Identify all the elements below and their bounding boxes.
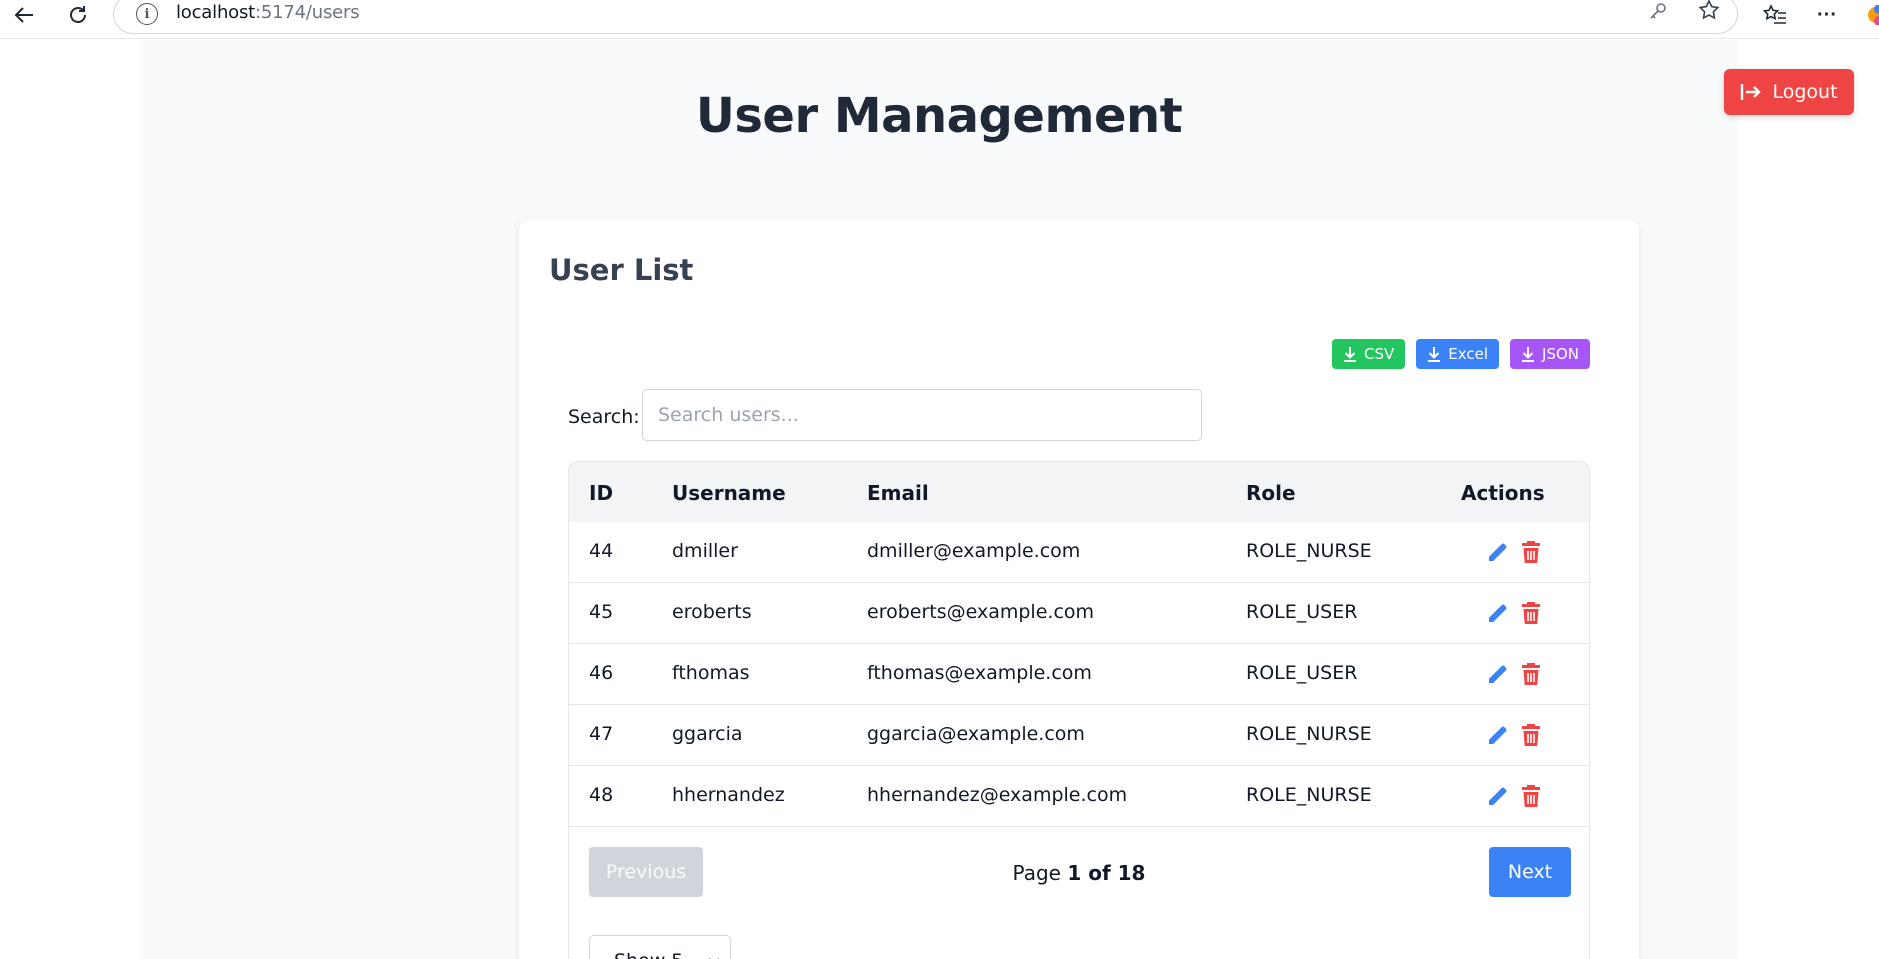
delete-button[interactable] (1521, 784, 1541, 813)
cell-username: hhernandez (672, 784, 785, 806)
next-button[interactable]: Next (1489, 847, 1571, 897)
trash-icon (1522, 785, 1540, 807)
column-header-id[interactable]: ID (589, 481, 613, 505)
favorites-icon (1762, 4, 1786, 24)
pencil-icon (1489, 787, 1507, 805)
url-host: localhost (176, 2, 255, 23)
edit-button[interactable] (1486, 662, 1510, 691)
trash-icon (1522, 602, 1540, 624)
address-bar[interactable]: i localhost:5174/users (113, 0, 1738, 34)
reload-button[interactable] (58, 0, 98, 30)
previous-button[interactable]: Previous (589, 847, 703, 897)
cell-role: ROLE_NURSE (1246, 540, 1372, 562)
cell-email: dmiller@example.com (867, 540, 1081, 562)
url-path: :5174/users (255, 2, 360, 23)
page-title: User Management (695, 88, 1183, 144)
info-icon[interactable]: i (136, 3, 158, 25)
cell-email: eroberts@example.com (867, 601, 1095, 623)
export-excel-button[interactable]: Excel (1416, 339, 1500, 369)
cell-username: eroberts (672, 601, 752, 623)
cell-id: 47 (589, 723, 614, 745)
download-icon (1428, 347, 1441, 362)
edit-button[interactable] (1486, 723, 1510, 752)
user-list-card: User List CSV Excel JSON Search: ID User… (519, 219, 1639, 959)
page-size-select[interactable]: Show 5 (589, 935, 731, 959)
cell-username: ggarcia (672, 723, 743, 745)
delete-button[interactable] (1521, 601, 1541, 630)
download-icon (1344, 347, 1357, 362)
cell-email: hhernandez@example.com (867, 784, 1128, 806)
search-label: Search: (568, 406, 640, 428)
column-header-actions: Actions (1461, 481, 1545, 505)
address-url[interactable]: localhost:5174/users (176, 2, 360, 23)
table-header: ID Username Email Role Actions (569, 462, 1589, 522)
table-row: 47 ggarcia ggarcia@example.com ROLE_NURS… (569, 705, 1589, 766)
cell-id: 48 (589, 784, 614, 806)
more-icon: ··· (1817, 3, 1837, 26)
pencil-icon (1489, 604, 1507, 622)
users-table: ID Username Email Role Actions 44 dmille… (568, 461, 1590, 959)
pencil-icon (1489, 665, 1507, 683)
cell-email: fthomas@example.com (867, 662, 1092, 684)
delete-button[interactable] (1521, 540, 1541, 569)
favorites-button[interactable] (1757, 0, 1793, 30)
export-buttons: CSV Excel JSON (1332, 339, 1590, 369)
cell-email: ggarcia@example.com (867, 723, 1085, 745)
column-header-username[interactable]: Username (672, 481, 786, 505)
pencil-icon (1489, 726, 1507, 744)
cell-role: ROLE_NURSE (1246, 723, 1372, 745)
back-button[interactable] (4, 0, 44, 30)
arrow-left-icon (14, 7, 33, 23)
page-prefix: Page (1012, 861, 1061, 885)
cell-role: ROLE_NURSE (1246, 784, 1372, 806)
pencil-icon (1489, 543, 1507, 561)
download-icon (1522, 347, 1535, 362)
table-row: 44 dmiller dmiller@example.com ROLE_NURS… (569, 522, 1589, 583)
edit-button[interactable] (1486, 784, 1510, 813)
export-csv-label: CSV (1364, 345, 1395, 363)
cell-username: dmiller (672, 540, 738, 562)
cell-role: ROLE_USER (1246, 662, 1358, 684)
search-input[interactable] (642, 389, 1202, 441)
export-json-label: JSON (1542, 345, 1579, 363)
cell-username: fthomas (672, 662, 750, 684)
export-csv-button[interactable]: CSV (1332, 339, 1406, 369)
export-json-button[interactable]: JSON (1510, 339, 1590, 369)
table-row: 48 hhernandez hhernandez@example.com ROL… (569, 766, 1589, 827)
column-header-role[interactable]: Role (1246, 481, 1296, 505)
page-current: 1 of 18 (1067, 861, 1146, 885)
edit-button[interactable] (1486, 601, 1510, 630)
browser-toolbar: i localhost:5174/users ··· (0, 0, 1879, 39)
logout-label: Logout (1772, 81, 1838, 103)
copilot-icon[interactable] (1862, 0, 1879, 30)
export-excel-label: Excel (1448, 345, 1489, 363)
more-button[interactable]: ··· (1809, 0, 1845, 30)
cell-id: 45 (589, 601, 614, 623)
cell-role: ROLE_USER (1246, 601, 1358, 623)
star-icon[interactable] (1697, 0, 1721, 27)
trash-icon (1522, 541, 1540, 563)
logout-button[interactable]: Logout (1724, 69, 1854, 115)
reload-icon (70, 6, 86, 23)
card-title: User List (549, 253, 694, 287)
cell-id: 44 (589, 540, 614, 562)
delete-button[interactable] (1521, 723, 1541, 752)
delete-button[interactable] (1521, 662, 1541, 691)
cell-id: 46 (589, 662, 614, 684)
page-size-value: Show 5 (614, 950, 683, 959)
column-header-email[interactable]: Email (867, 481, 929, 505)
table-row: 45 eroberts eroberts@example.com ROLE_US… (569, 583, 1589, 644)
page-indicator: Page 1 of 18 (569, 861, 1589, 885)
edit-button[interactable] (1486, 540, 1510, 569)
trash-icon (1522, 724, 1540, 746)
chevron-down-icon (709, 958, 719, 959)
table-row: 46 fthomas fthomas@example.com ROLE_USER (569, 644, 1589, 705)
key-icon[interactable] (1647, 0, 1669, 27)
page-background: User Management User List CSV Excel JSON… (140, 40, 1738, 959)
trash-icon (1522, 663, 1540, 685)
logout-icon (1741, 84, 1762, 100)
